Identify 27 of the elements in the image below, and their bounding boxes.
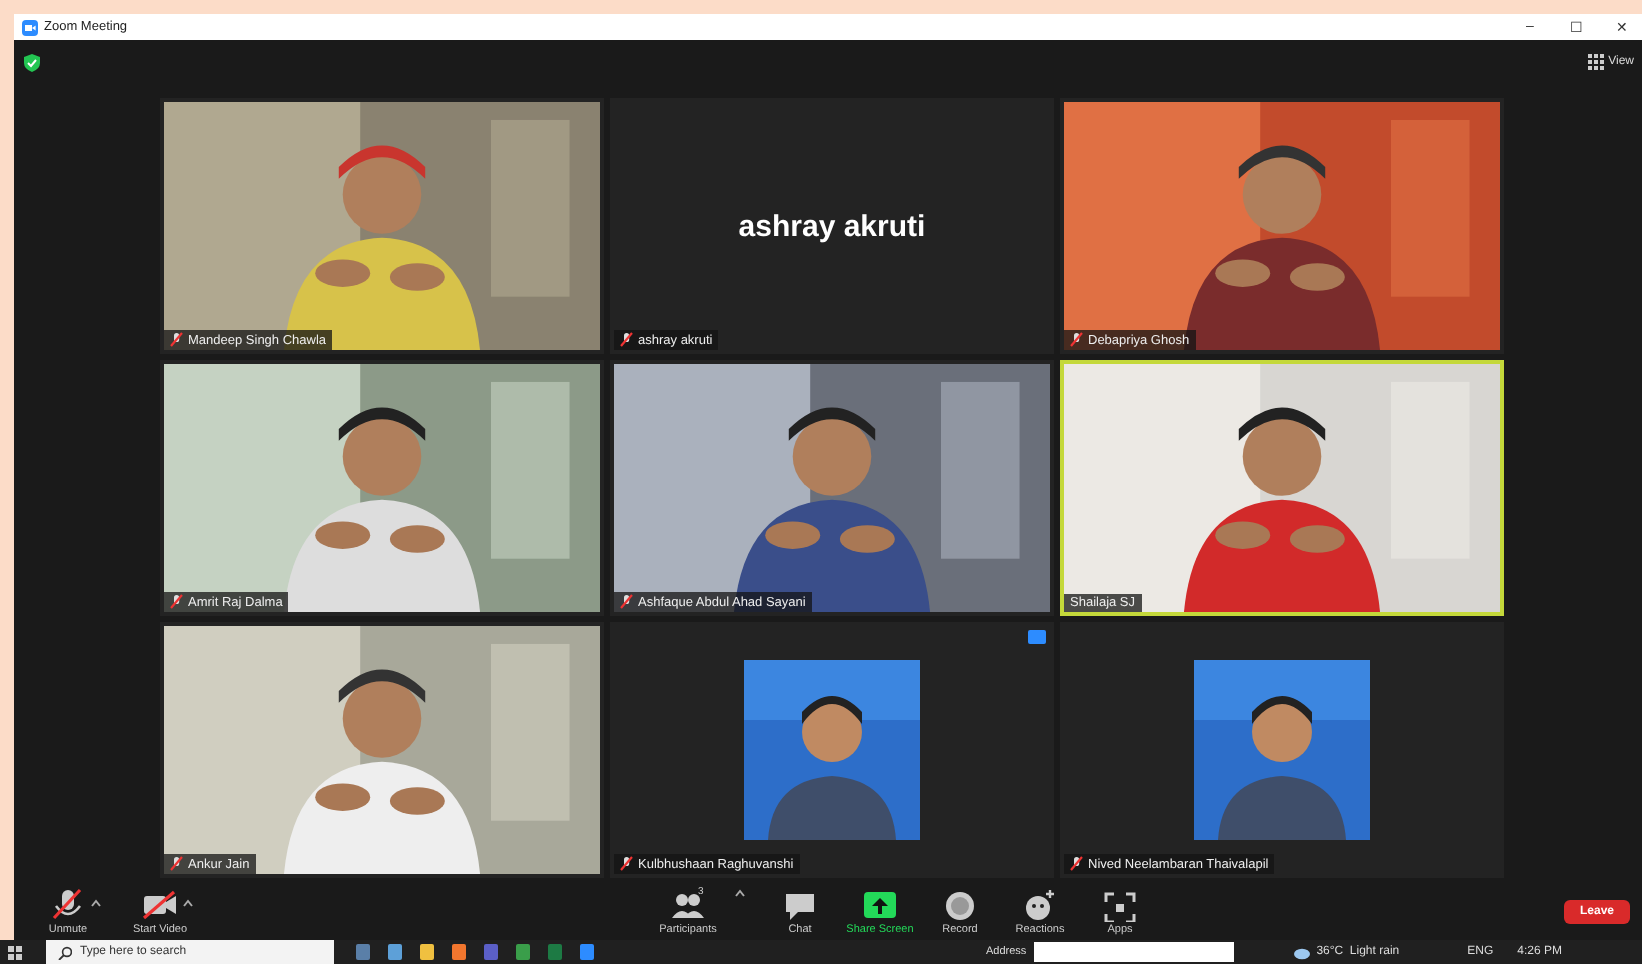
chat-icon — [780, 888, 820, 922]
app-icon[interactable] — [356, 944, 370, 960]
caret-icon[interactable] — [182, 897, 194, 907]
cloud-icon — [1294, 945, 1311, 959]
zoom-app-icon — [22, 19, 38, 35]
app-icon[interactable] — [420, 944, 434, 960]
windows-start-icon[interactable] — [8, 945, 22, 959]
record-icon — [940, 888, 980, 922]
search-icon — [58, 945, 72, 959]
app-icon[interactable] — [484, 944, 498, 960]
grid-icon — [1588, 54, 1605, 70]
menu-badge[interactable] — [1028, 630, 1046, 644]
shield-icon — [24, 53, 40, 71]
app-icon[interactable] — [452, 944, 466, 960]
people-icon — [668, 888, 708, 922]
camera-icon — [140, 888, 180, 922]
caret-icon[interactable] — [734, 888, 746, 898]
app-icon[interactable] — [388, 944, 402, 960]
address-field[interactable] — [1034, 942, 1235, 962]
share-screen-icon — [860, 888, 900, 922]
app-icon[interactable] — [516, 944, 530, 960]
app-icon[interactable] — [580, 944, 594, 960]
caret-icon[interactable] — [90, 897, 102, 907]
apps-icon — [1100, 888, 1140, 922]
app-icon[interactable] — [548, 944, 562, 960]
participant-name: ashray akruti — [738, 209, 926, 243]
smiley-icon — [1020, 888, 1060, 922]
